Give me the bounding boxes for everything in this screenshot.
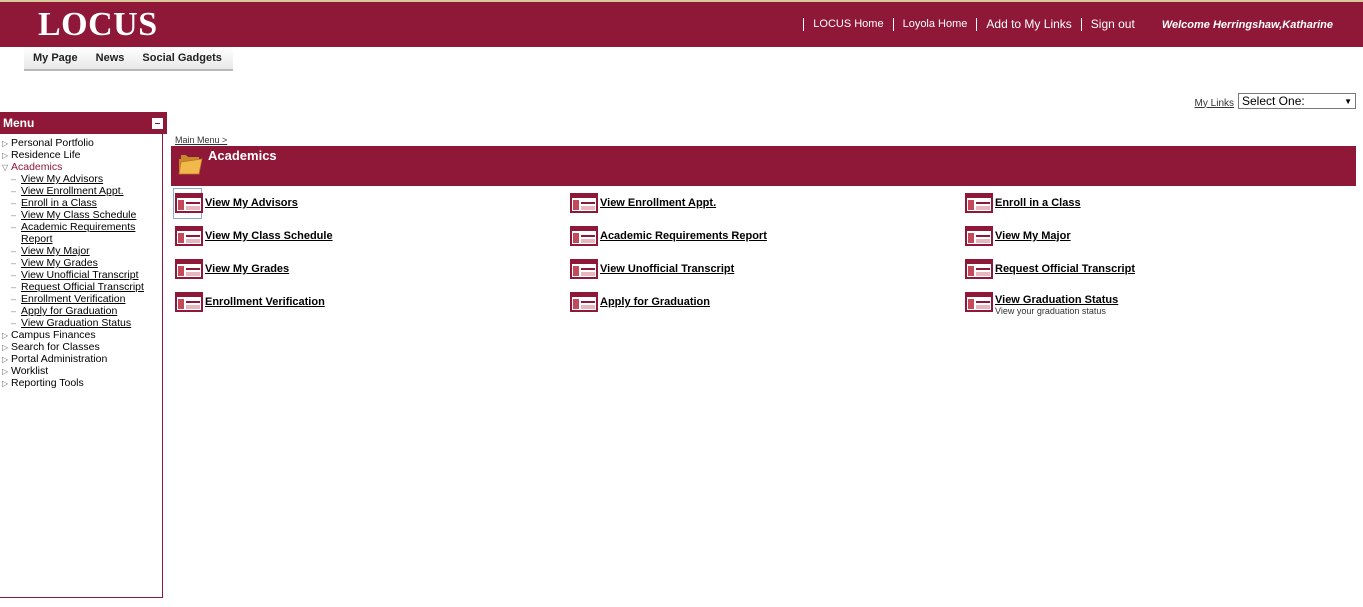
page-icon <box>570 226 598 246</box>
folder-icon <box>178 155 203 175</box>
page-icon <box>570 193 598 213</box>
submenu-enroll-in-a-class[interactable]: – Enroll in a Class <box>0 197 162 209</box>
link-label: View Graduation Status <box>995 294 1119 306</box>
tab-my-page[interactable]: My Page <box>24 52 87 64</box>
menu-item-label: Campus Finances <box>11 329 96 341</box>
loyola-home-link[interactable]: Loyola Home <box>892 18 977 31</box>
page-icon <box>175 259 203 279</box>
expand-triangle-icon: ▷ <box>2 138 9 148</box>
page-icon <box>965 193 993 213</box>
menu-item-label: Residence Life <box>11 149 81 161</box>
link-label: Apply for Graduation <box>600 296 710 308</box>
link-label: Request Official Transcript <box>995 263 1135 275</box>
menu-item-search-for-classes[interactable]: ▷ Search for Classes <box>0 341 162 353</box>
link-description: View your graduation status <box>995 306 1106 316</box>
tab-social-gadgets[interactable]: Social Gadgets <box>133 52 230 64</box>
submenu-apply-for-graduation[interactable]: – Apply for Graduation <box>0 305 162 317</box>
menu-item-residence-life[interactable]: ▷ Residence Life <box>0 149 162 161</box>
link-view-my-class-schedule[interactable]: View My Class Schedule <box>175 226 333 246</box>
submenu-academic-requirements[interactable]: – Academic Requirements Report <box>0 221 162 245</box>
add-to-my-links-link[interactable]: Add to My Links <box>976 18 1080 31</box>
submenu-view-enrollment-appt[interactable]: – View Enrollment Appt. <box>0 185 162 197</box>
sign-out-link[interactable]: Sign out <box>1080 18 1144 31</box>
link-enroll-in-a-class[interactable]: Enroll in a Class <box>965 193 1081 213</box>
submenu-view-my-advisors[interactable]: – View My Advisors <box>0 173 162 185</box>
link-view-enrollment-appt[interactable]: View Enrollment Appt. <box>570 193 716 213</box>
collapse-icon[interactable] <box>152 117 163 129</box>
menu-body: ▷ Personal Portfolio ▷ Residence Life ▽ Aca… <box>0 134 163 598</box>
locus-home-link[interactable]: LOCUS Home <box>803 18 892 31</box>
expand-triangle-icon: ▷ <box>2 378 9 388</box>
link-label: View Enrollment Appt. <box>600 197 717 209</box>
page-icon <box>965 226 993 246</box>
link-label: View My Grades <box>205 263 290 275</box>
top-links: LOCUS Home Loyola Home Add to My Links S… <box>803 2 1363 47</box>
my-links-select-value: Select One: <box>1242 94 1305 108</box>
my-links-label[interactable]: My Links <box>1195 98 1234 109</box>
locus-logo[interactable]: LOCUS <box>38 6 158 44</box>
page-icon <box>965 259 993 279</box>
expand-triangle-icon: ▷ <box>2 342 9 352</box>
tab-news[interactable]: News <box>87 52 134 64</box>
link-view-unofficial-transcript[interactable]: View Unofficial Transcript <box>570 259 734 279</box>
link-label: View My Advisors <box>205 197 298 209</box>
menu-title: Menu <box>3 116 35 130</box>
page-icon <box>175 193 203 213</box>
link-label: Enroll in a Class <box>995 197 1081 209</box>
link-view-my-advisors[interactable]: View My Advisors <box>175 193 298 213</box>
expand-triangle-icon: ▷ <box>2 150 9 160</box>
menu-item-label: Search for Classes <box>11 341 100 353</box>
page-tabs: My Page News Social Gadgets <box>24 47 233 71</box>
my-links-select[interactable]: Select One: ▼ <box>1238 93 1356 109</box>
menu-item-academics[interactable]: ▽ Academics <box>0 161 162 173</box>
menu-item-label: Personal Portfolio <box>11 137 94 149</box>
expand-triangle-icon: ▷ <box>2 354 9 364</box>
menu-item-worklist[interactable]: ▷ Worklist <box>0 365 162 377</box>
link-view-my-grades[interactable]: View My Grades <box>175 259 289 279</box>
side-menu: Menu ▷ Personal Portfolio ▷ Residence Life… <box>0 112 167 598</box>
page-icon <box>175 226 203 246</box>
menu-item-personal-portfolio[interactable]: ▷ Personal Portfolio <box>0 137 162 149</box>
page-title-bar: Academics <box>171 146 1356 186</box>
menu-item-label: Portal Administration <box>11 353 108 365</box>
breadcrumb[interactable]: Main Menu > <box>175 135 227 145</box>
menu-item-label: Worklist <box>11 365 49 377</box>
menu-item-label: Academics <box>11 161 63 173</box>
expand-triangle-icon: ▷ <box>2 330 9 340</box>
submenu-view-my-major[interactable]: – View My Major <box>0 245 162 257</box>
submenu-view-unofficial-transcript[interactable]: – View Unofficial Transcript <box>0 269 162 281</box>
link-label: View Unofficial Transcript <box>600 263 735 275</box>
page-title: Academics <box>208 148 277 163</box>
my-links-bar: My Links Select One: ▼ <box>1195 93 1356 109</box>
page-icon <box>965 292 993 312</box>
menu-item-campus-finances[interactable]: ▷ Campus Finances <box>0 329 162 341</box>
welcome-text: Welcome Herringshaw,Katharine <box>1161 18 1333 31</box>
link-label: View My Major <box>995 230 1071 242</box>
link-academic-requirements-report[interactable]: Academic Requirements Report <box>570 226 767 246</box>
header-bar: LOCUS LOCUS Home Loyola Home Add to My L… <box>0 0 1363 47</box>
submenu-request-official-transcript[interactable]: – Request Official Transcript <box>0 281 162 293</box>
submenu-view-my-class-schedule[interactable]: – View My Class Schedule <box>0 209 162 221</box>
chevron-down-icon: ▼ <box>1344 96 1352 106</box>
link-view-my-major[interactable]: View My Major <box>965 226 1071 246</box>
submenu-view-my-grades[interactable]: – View My Grades <box>0 257 162 269</box>
collapse-triangle-icon: ▽ <box>2 162 9 172</box>
page-icon <box>175 292 203 312</box>
menu-header: Menu <box>0 112 167 134</box>
page-icon <box>570 292 598 312</box>
expand-triangle-icon: ▷ <box>2 366 9 376</box>
link-enrollment-verification[interactable]: Enrollment Verification <box>175 292 325 312</box>
link-view-graduation-status[interactable]: View Graduation Status View your graduat… <box>965 292 1118 316</box>
link-label: Academic Requirements Report <box>600 230 767 242</box>
link-apply-for-graduation[interactable]: Apply for Graduation <box>570 292 710 312</box>
menu-item-reporting-tools[interactable]: ▷ Reporting Tools <box>0 377 162 389</box>
menu-item-portal-administration[interactable]: ▷ Portal Administration <box>0 353 162 365</box>
submenu-view-graduation-status[interactable]: – View Graduation Status <box>0 317 162 329</box>
link-label: Enrollment Verification <box>205 296 325 308</box>
link-label: View My Class Schedule <box>205 230 333 242</box>
submenu-enrollment-verification[interactable]: – Enrollment Verification <box>0 293 162 305</box>
page-icon <box>570 259 598 279</box>
link-request-official-transcript[interactable]: Request Official Transcript <box>965 259 1135 279</box>
menu-item-label: Reporting Tools <box>11 377 84 389</box>
